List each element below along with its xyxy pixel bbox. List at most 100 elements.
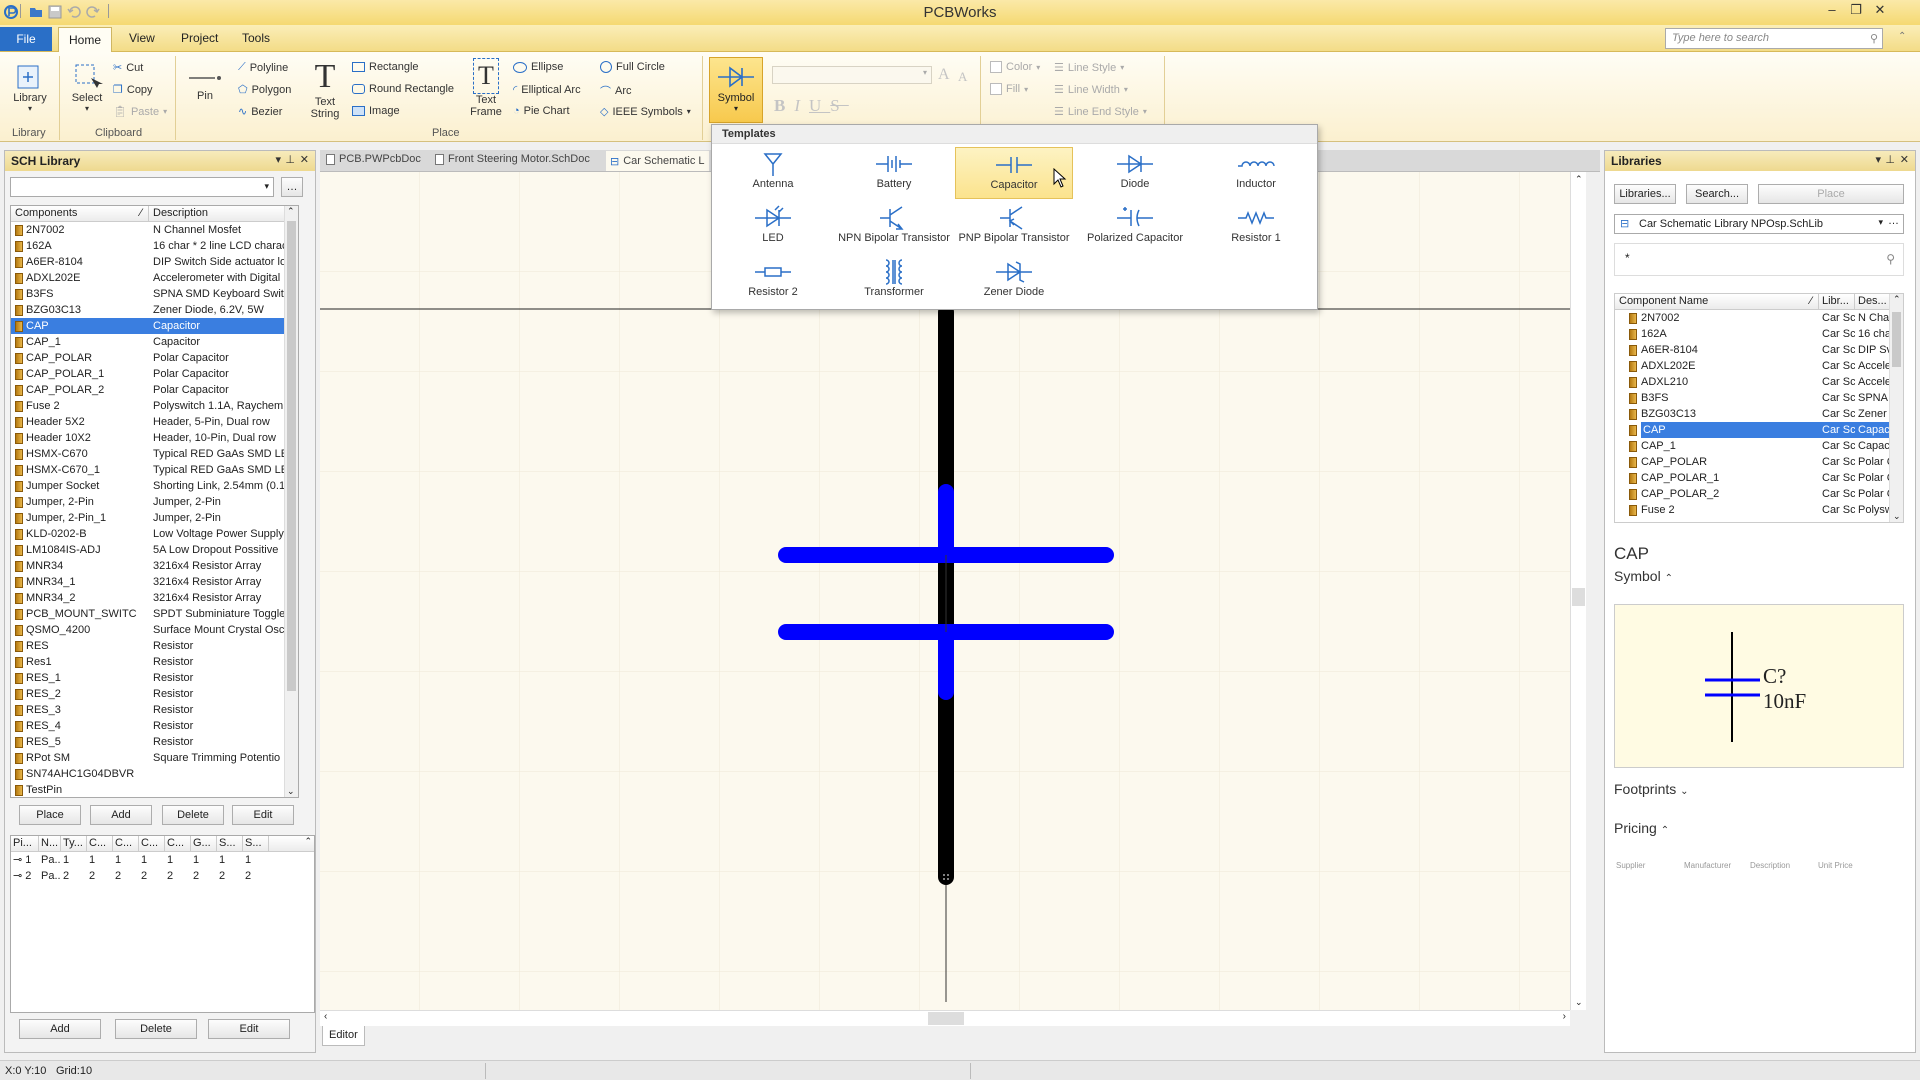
template-antenna[interactable]: Antenna [714, 147, 832, 199]
file-menu[interactable]: File [0, 27, 52, 51]
polyline-button[interactable]: ⟋ Polyline [238, 61, 288, 74]
list-item[interactable]: ADXL202E Accelerometer with Digital [11, 270, 286, 286]
list-item[interactable]: SN74AHC1G04DBVR [11, 766, 286, 782]
component-list-scrollbar[interactable]: ⌃ ⌄ [284, 206, 298, 797]
list-item[interactable]: Jumper Socket Shorting Link, 2.54mm (0.1 [11, 478, 286, 494]
col-description[interactable]: Description [149, 206, 298, 221]
list-item[interactable]: CAP_POLAR_1 Polar Capacitor [11, 366, 286, 382]
list-item[interactable]: 2N7002 Car Sc N Cha [1615, 310, 1891, 326]
elliptical-arc-button[interactable]: ◜ Elliptical Arc [513, 83, 581, 97]
sch-browse-button[interactable]: … [281, 177, 303, 197]
list-item[interactable]: CAP Capacitor [11, 318, 286, 334]
arc-button[interactable]: ⌒ Arc [600, 83, 632, 99]
list-item[interactable]: KLD-0202-B Low Voltage Power Supply [11, 526, 286, 542]
pin-col-header[interactable]: C... [113, 836, 139, 851]
pin-edit-button[interactable]: Edit [208, 1019, 290, 1039]
pin-col-header[interactable]: Pi... [11, 836, 39, 851]
list-item[interactable]: MNR34_2 3216x4 Resistor Array [11, 590, 286, 606]
text-frame-button[interactable]: T Text Frame [466, 58, 506, 118]
ellipse-button[interactable]: Ellipse [513, 61, 563, 73]
list-item[interactable]: B3FS SPNA SMD Keyboard Switc [11, 286, 286, 302]
line-end-style-dropdown[interactable]: ☰ Line End Style ▾ [1054, 105, 1147, 119]
libraries-search-button[interactable]: Search... [1686, 184, 1748, 204]
col-component-name[interactable]: Component Name ⁄ [1615, 294, 1819, 309]
pricing-section-toggle[interactable]: Pricing ⌃ [1614, 820, 1669, 836]
close-panel-icon[interactable]: ✕ [300, 153, 309, 166]
tab-tools[interactable]: Tools [242, 31, 270, 45]
list-item[interactable]: RES_1 Resistor [11, 670, 286, 686]
symbol-button[interactable]: Symbol ▾ [709, 57, 763, 123]
template-zener-diode[interactable]: Zener Diode [955, 255, 1073, 307]
cut-button[interactable]: ✂ Cut [113, 61, 143, 75]
sch-place-button[interactable]: Place [19, 805, 81, 825]
list-item[interactable]: BZG03C13 Car Sc Zener [1615, 406, 1891, 422]
list-item[interactable]: RES_2 Resistor [11, 686, 286, 702]
list-item[interactable]: A6ER-8104 Car Sc DIP Sv [1615, 342, 1891, 358]
template-diode[interactable]: Diode [1076, 147, 1194, 199]
symbol-section-toggle[interactable]: Symbol ⌃ [1614, 568, 1673, 584]
list-item[interactable]: CAP_POLAR Car ScPolar C [1615, 454, 1891, 470]
list-item[interactable]: Fuse 2 Car Sc Polysw [1615, 502, 1891, 518]
list-item[interactable]: QSMO_4200 Surface Mount Crystal Osc [11, 622, 286, 638]
libraries-close-icon[interactable]: ✕ [1900, 153, 1909, 166]
select-button[interactable]: Select ▾ [66, 62, 108, 113]
pin-col-header[interactable]: C... [165, 836, 191, 851]
restore-icon[interactable]: ❐ [1846, 2, 1866, 20]
list-item[interactable]: 2N7002 N Channel Mosfet [11, 222, 286, 238]
copy-button[interactable]: ❐ Copy [113, 83, 153, 97]
list-item[interactable]: CAP Car Sc Capac [1615, 422, 1891, 438]
template-led[interactable]: LED [714, 201, 832, 253]
sch-edit-button[interactable]: Edit [232, 805, 294, 825]
template-pnp[interactable]: PNP Bipolar Transistor [955, 201, 1073, 253]
pin-col-header[interactable]: G... [191, 836, 217, 851]
template-battery[interactable]: Battery [835, 147, 953, 199]
ieee-symbols-button[interactable]: ◇ IEEE Symbols ▾ [600, 105, 691, 119]
editor-vertical-scrollbar[interactable]: ⌃ ⌄ [1570, 172, 1586, 1010]
bezier-button[interactable]: ∿ Bezier [238, 105, 282, 119]
polygon-button[interactable]: ⬠ Polygon [238, 83, 291, 97]
tab-view[interactable]: View [129, 31, 155, 45]
template-npn[interactable]: NPN Bipolar Transistor [835, 201, 953, 253]
template-resistor-1[interactable]: Resistor 1 [1197, 201, 1315, 253]
list-item[interactable]: RPot SM Square Trimming Potentio [11, 750, 286, 766]
line-style-dropdown[interactable]: ☰ Line Style ▾ [1054, 61, 1124, 75]
list-item[interactable]: 162A Car Sc 16 cha [1615, 326, 1891, 342]
font-grow-icon[interactable]: A [938, 66, 950, 84]
list-item[interactable]: CAP_POLAR_1 Car ScPolar C [1615, 470, 1891, 486]
libraries-menu-icon[interactable]: ▾ [1875, 153, 1881, 166]
list-item[interactable]: CAP_POLAR_2 Car ScPolar C [1615, 486, 1891, 502]
full-circle-button[interactable]: Full Circle [600, 61, 665, 73]
panel-menu-icon[interactable]: ▾ [275, 153, 281, 166]
pin-col-header[interactable]: Ty... [61, 836, 87, 851]
line-width-dropdown[interactable]: ☰ Line Width ▾ [1054, 83, 1128, 97]
text-string-button[interactable]: T Text String [305, 58, 345, 120]
template-polarized-capacitor[interactable]: Polarized Capacitor [1076, 201, 1194, 253]
list-item[interactable]: MNR34 3216x4 Resistor Array [11, 558, 286, 574]
list-item[interactable]: ADXL210 Car Sc Accele [1615, 374, 1891, 390]
list-item[interactable]: Header 5X2 Header, 5-Pin, Dual row [11, 414, 286, 430]
pin-col-header[interactable]: S... [243, 836, 269, 851]
pin-col-header[interactable]: S... [217, 836, 243, 851]
library-list-scrollbar[interactable]: ⌃ ⌄ [1889, 294, 1903, 522]
pin-row[interactable]: ⊸ 2Pa...22222222 [11, 868, 314, 884]
fill-dropdown[interactable]: Fill ▾ [990, 83, 1028, 95]
doc-tab-car-schematic[interactable]: ⊟ Car Schematic L [606, 151, 709, 171]
list-item[interactable]: RES Resistor [11, 638, 286, 654]
doc-tab-front-steering[interactable]: Front Steering Motor.SchDoc [435, 153, 590, 165]
list-item[interactable]: 162A 16 char * 2 line LCD charac [11, 238, 286, 254]
tab-project[interactable]: Project [181, 31, 218, 45]
minimize-icon[interactable]: – [1822, 2, 1842, 20]
list-item[interactable]: MNR34_1 3216x4 Resistor Array [11, 574, 286, 590]
libraries-place-button[interactable]: Place [1758, 184, 1904, 204]
list-item[interactable]: Fuse 2 Polyswitch 1.1A, Raychem [11, 398, 286, 414]
pin-col-header[interactable]: N... [39, 836, 61, 851]
rectangle-button[interactable]: Rectangle [352, 61, 419, 73]
pin-add-button[interactable]: Add [19, 1019, 101, 1039]
image-button[interactable]: Image [352, 105, 400, 117]
list-item[interactable]: RES_3 Resistor [11, 702, 286, 718]
pin-row[interactable]: ⊸ 1Pa...11111111 [11, 852, 314, 868]
list-item[interactable]: B3FS Car ScSPNA S [1615, 390, 1891, 406]
ribbon-collapse-icon[interactable]: ⌃ [1898, 31, 1906, 42]
list-item[interactable]: RES_4 Resistor [11, 718, 286, 734]
list-item[interactable]: BZG03C13 Zener Diode, 6.2V, 5W [11, 302, 286, 318]
